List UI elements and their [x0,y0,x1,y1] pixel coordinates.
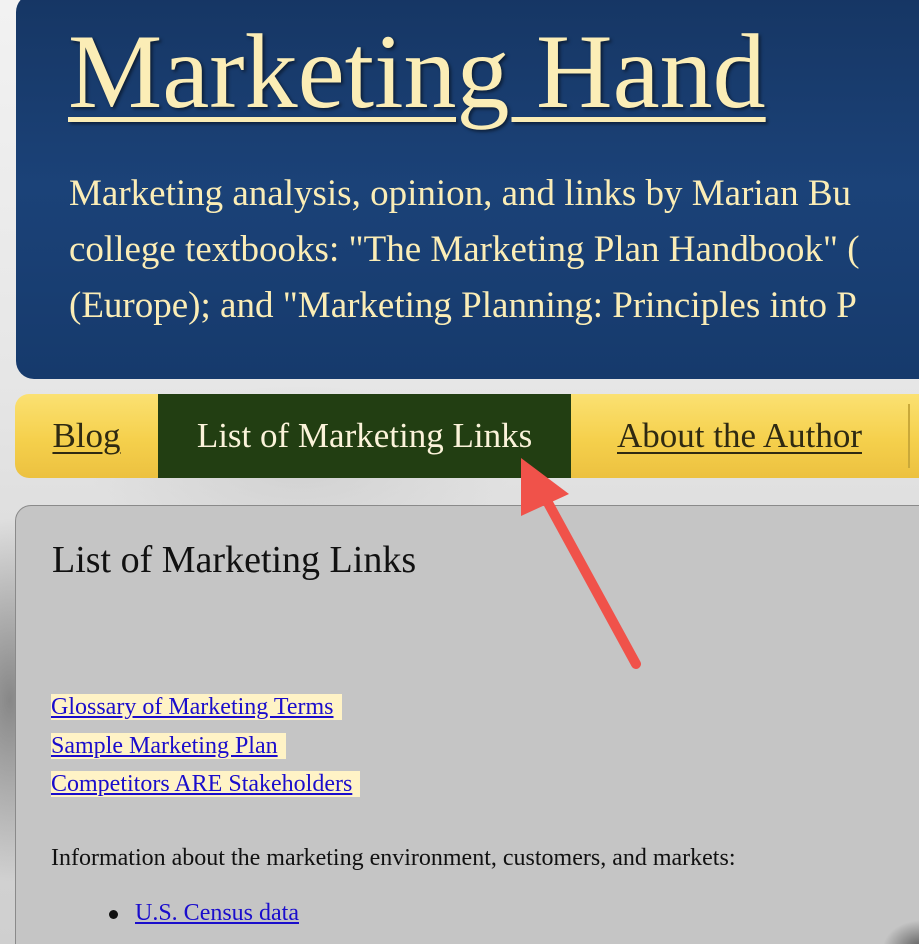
corner-shadow [882,920,919,944]
main-content: List of Marketing Links Glossary of Mark… [15,505,919,944]
glossary-link[interactable]: Glossary of Marketing Terms [51,694,342,720]
page-title: List of Marketing Links [52,539,417,581]
competitors-link[interactable]: Competitors ARE Stakeholders [51,771,361,797]
tab-list-of-marketing-links-label[interactable]: List of Marketing Links [197,416,532,456]
site-description-line: college textbooks: "The Marketing Plan H… [69,229,860,270]
intro-text: Information about the marketing environm… [51,845,736,871]
site-header: Marketing Hand Marketing analysis, opini… [16,0,919,379]
sample-plan-link[interactable]: Sample Marketing Plan [51,732,286,759]
nav-divider [908,404,910,468]
main-nav: Blog List of Marketing Links About the A… [15,394,919,478]
list-item: U.S. Census data [104,896,299,930]
bullet-list: U.S. Census data [104,896,299,930]
site-description: Marketing analysis, opinion, and links b… [69,166,860,334]
census-data-link[interactable]: U.S. Census data [135,900,299,926]
site-description-line: Marketing analysis, opinion, and links b… [69,173,852,214]
tab-list-of-marketing-links[interactable]: List of Marketing Links [158,394,571,478]
quick-links: Glossary of Marketing Terms Sample Marke… [51,688,751,804]
tab-about-the-author-label[interactable]: About the Author [617,416,862,456]
tab-about-the-author[interactable]: About the Author [571,394,908,478]
site-description-line: (Europe); and "Marketing Planning: Princ… [69,285,857,326]
tab-blog[interactable]: Blog [15,394,158,478]
site-title[interactable]: Marketing Hand [68,12,766,132]
tab-blog-label[interactable]: Blog [52,416,120,456]
